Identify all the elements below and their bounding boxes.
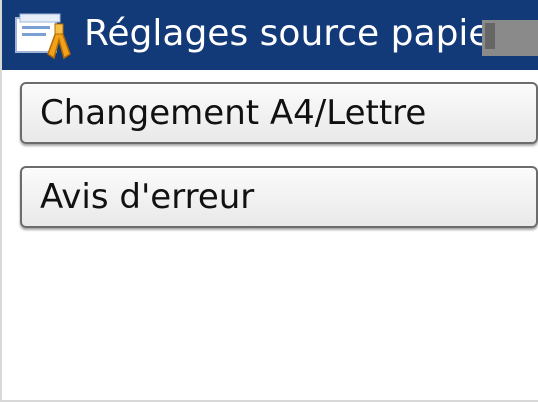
a4-letter-switch-button[interactable]: Changement A4/Lettre xyxy=(20,82,538,144)
indicator-mark xyxy=(485,23,495,49)
scroll-indicator xyxy=(482,20,538,56)
printer-screen: Réglages source papier Changement A4/Let… xyxy=(0,0,538,402)
paper-settings-icon xyxy=(12,10,74,62)
title-bar: Réglages source papier xyxy=(2,0,538,70)
page-title: Réglages source papier xyxy=(84,13,506,54)
error-notice-button[interactable]: Avis d'erreur xyxy=(20,166,538,228)
